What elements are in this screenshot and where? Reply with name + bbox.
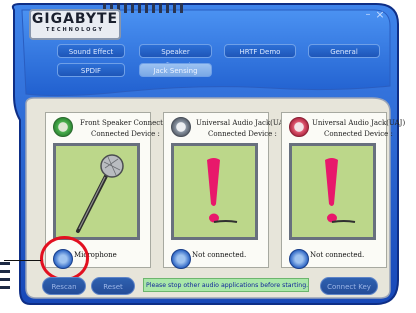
microphone-icon (76, 154, 124, 233)
connect-key-button[interactable]: Connect Key (320, 277, 378, 295)
reset-button[interactable]: Reset (91, 277, 135, 295)
brand-tagline: TECHNOLOGY (46, 27, 104, 33)
device-display (53, 143, 140, 240)
status-message: Please stop other audio applications bef… (143, 278, 309, 292)
close-button[interactable]: × (374, 9, 386, 21)
connector-title: Universal Audio Jack(UAJ) (312, 119, 406, 127)
gigabyte-logo: GIGABYTE TECHNOLOGY (29, 9, 121, 40)
device-display (171, 143, 258, 240)
connected-device-label: Connected Device : (208, 130, 277, 138)
tab-sound-effect[interactable]: Sound Effect (57, 44, 125, 58)
device-selector-button[interactable] (171, 249, 191, 269)
connected-device-label: Connected Device : (324, 130, 393, 138)
highlight-circle (40, 236, 89, 281)
connector-title: Front Speaker Connectors (80, 119, 175, 127)
jack-ring-pink-icon (289, 117, 309, 137)
jack-ring-gray-icon (171, 117, 191, 137)
jack-ring-green-icon (53, 117, 73, 137)
tab-hrtf-demo[interactable]: HRTF Demo (224, 44, 296, 58)
device-status: Not connected. (192, 251, 247, 259)
rescan-button[interactable]: Rescan (42, 277, 86, 295)
callout-line (4, 260, 41, 261)
exclamation-icon (325, 158, 356, 223)
brand-name: GIGABYTE (31, 11, 119, 27)
device-selector-button[interactable] (289, 249, 309, 269)
device-display (289, 143, 376, 240)
device-status: Not connected. (310, 251, 365, 259)
connected-device-label: Connected Device : (91, 130, 160, 138)
tab-general[interactable]: General (308, 44, 380, 58)
minimize-button[interactable]: – (362, 10, 374, 20)
tab-spdif[interactable]: SPDIF (57, 63, 125, 77)
tab-speaker-configuration[interactable]: Speaker Configuration (139, 44, 212, 70)
tab-jack-sensing[interactable]: Jack Sensing (139, 63, 212, 77)
exclamation-icon (207, 158, 238, 223)
connector-title: Universal Audio Jack(UAJ) (196, 119, 290, 127)
